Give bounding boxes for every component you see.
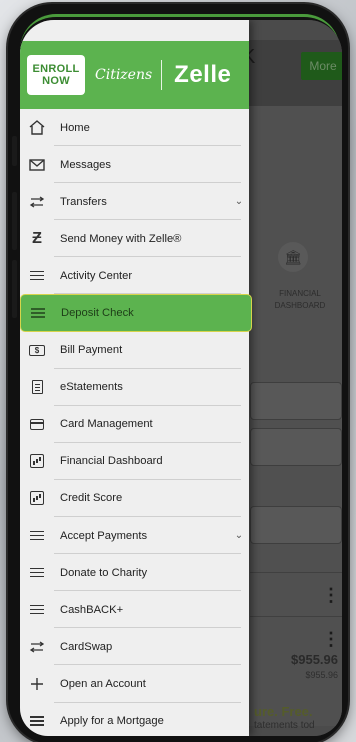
menu-item-label: Card Management (60, 418, 153, 431)
promo-headline: ure. Free. (254, 704, 313, 719)
menu-item-apply-mortgage[interactable]: Apply for a Mortgage (20, 703, 249, 737)
enroll-now-button[interactable]: ENROLL NOW (27, 55, 85, 95)
account-balance: $955.96 (291, 652, 338, 667)
menu-item-label: CashBACK+ (60, 603, 124, 616)
menu-item-accept-payments[interactable]: Accept Payments ⌄ (20, 517, 249, 555)
menu-item-label: eStatements (60, 381, 123, 394)
volume-down-button (12, 260, 17, 318)
menu-item-label: Apply for a Mortgage (60, 715, 164, 728)
menu-item-transfers[interactable]: Transfers ⌄ (20, 183, 249, 221)
mute-switch (12, 136, 17, 166)
home-icon (20, 120, 54, 135)
drawer-header: ENROLL NOW Citizens Zelle (20, 41, 249, 109)
financial-dashboard-label[interactable]: FINANCIAL DASHBOARD (270, 288, 330, 312)
menu-lines-icon (20, 530, 54, 541)
menu-lines-icon (20, 567, 54, 578)
chevron-down-icon[interactable]: ⌄ (229, 196, 249, 207)
bank-icon[interactable]: 🏛 (278, 242, 308, 272)
menu-item-send-money-zelle[interactable]: Ƶ Send Money with Zelle® (20, 220, 249, 258)
credit-card-icon (20, 418, 54, 430)
menu-item-card-management[interactable]: Card Management (20, 406, 249, 443)
kebab-menu-icon[interactable]: ⋮ (322, 586, 340, 604)
background-card[interactable] (250, 506, 342, 544)
navigation-drawer: ENROLL NOW Citizens Zelle Home Messages (20, 20, 252, 737)
background-card[interactable] (250, 382, 342, 420)
swap-arrows-icon (20, 641, 54, 653)
background-divider (250, 616, 342, 617)
zelle-logo: Zelle (174, 61, 232, 88)
document-icon (20, 380, 54, 395)
menu-lines-icon (20, 604, 54, 615)
menu-item-label: Financial Dashboard (60, 455, 163, 468)
menu-item-donate-to-charity[interactable]: Donate to Charity (20, 554, 249, 592)
menu-item-label: Messages (60, 158, 111, 171)
menu-item-open-account[interactable]: Open an Account (20, 665, 249, 703)
plus-icon (20, 677, 54, 691)
menu-item-bill-payment[interactable]: $ Bill Payment (20, 332, 249, 369)
account-available-balance: $955.96 (305, 670, 338, 680)
menu-item-label: Donate to Charity (60, 566, 148, 579)
menu-item-label: Deposit Check (61, 307, 134, 320)
menu-item-label: Transfers (60, 195, 107, 208)
menu-item-home[interactable]: Home (20, 109, 249, 147)
menu-item-label: Activity Center (60, 269, 133, 282)
kebab-menu-icon[interactable]: ⋮ (322, 630, 340, 648)
menu-item-cardswap[interactable]: CardSwap (20, 628, 249, 666)
bar-chart-icon (20, 454, 54, 469)
menu-item-label: Send Money with Zelle® (60, 232, 182, 245)
transfer-arrows-icon (20, 196, 54, 208)
drawer-menu: Home Messages Transfers ⌄ Ƶ Send Money w… (20, 109, 252, 737)
volume-up-button (12, 192, 17, 250)
menu-item-label: CardSwap (60, 640, 113, 653)
menu-item-messages[interactable]: Messages (20, 146, 249, 184)
zelle-icon: Ƶ (32, 229, 42, 247)
more-button[interactable]: More (301, 52, 342, 80)
promo-subtext: tatements tod (254, 720, 315, 731)
dollar-bill-icon: $ (20, 344, 54, 356)
menu-item-label: Credit Score (60, 492, 123, 505)
menu-lines-icon (21, 308, 55, 318)
menu-item-label: Open an Account (60, 677, 146, 690)
bar-chart-icon (20, 491, 54, 506)
enroll-line-1: ENROLL (32, 63, 80, 75)
citizens-logo: Citizens (95, 67, 153, 83)
background-divider (250, 572, 342, 573)
menu-item-estatements[interactable]: eStatements (20, 369, 249, 406)
menu-item-label: Accept Payments (60, 529, 148, 542)
envelope-icon (20, 158, 54, 171)
menu-item-deposit-check[interactable]: Deposit Check (20, 294, 252, 332)
header-separator (161, 60, 163, 90)
menu-item-cashback[interactable]: CashBACK+ (20, 591, 249, 629)
screen: K More 🏛 FINANCIAL DASHBOARD ⋮ ⋮ $955.96… (20, 20, 342, 736)
menu-item-label: Home (60, 121, 90, 134)
menu-lines-icon (20, 716, 54, 726)
menu-lines-icon (20, 270, 54, 281)
menu-item-credit-score[interactable]: Credit Score (20, 480, 249, 518)
menu-item-activity-center[interactable]: Activity Center (20, 257, 249, 295)
background-card[interactable] (250, 428, 342, 466)
chevron-down-icon[interactable]: ⌄ (229, 530, 249, 541)
enroll-line-2: NOW (42, 75, 70, 87)
menu-item-label: Bill Payment (60, 344, 123, 357)
menu-item-financial-dashboard[interactable]: Financial Dashboard (20, 443, 249, 481)
